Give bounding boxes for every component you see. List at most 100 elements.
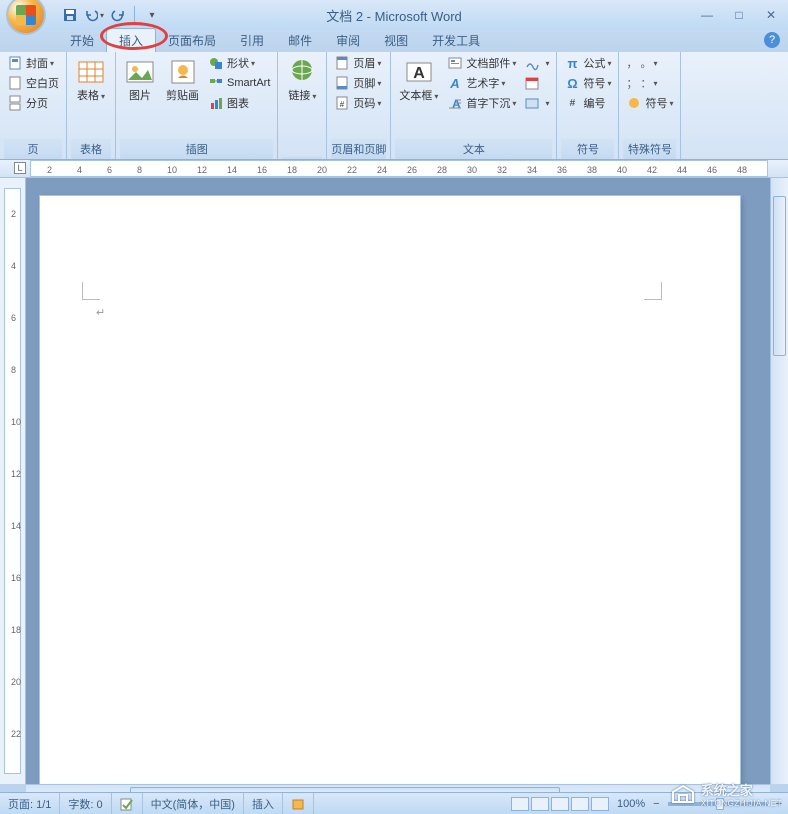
horizontal-ruler[interactable]: L 24681012141618202224262830323436384042… bbox=[0, 160, 788, 178]
tab-selector[interactable]: L bbox=[14, 162, 26, 174]
footer-label: 页脚 bbox=[353, 75, 375, 91]
minimize-button[interactable]: — bbox=[696, 7, 718, 23]
view-draft-button[interactable] bbox=[591, 797, 609, 811]
qat-customize-button[interactable]: ▾ bbox=[141, 5, 161, 25]
datetime-button[interactable] bbox=[521, 74, 552, 92]
tab-insert[interactable]: 插入 bbox=[106, 28, 156, 52]
clipart-button[interactable]: 剪贴画 bbox=[162, 54, 203, 105]
svg-text:#: # bbox=[340, 100, 345, 109]
pagenum-button[interactable]: #页码▾ bbox=[331, 94, 384, 112]
textbox-icon: A bbox=[403, 56, 435, 88]
clipart-icon bbox=[167, 56, 199, 88]
document-page[interactable]: ↵ bbox=[40, 196, 740, 784]
zoom-level[interactable]: 100% bbox=[617, 798, 645, 810]
qat-redo-button[interactable] bbox=[108, 5, 128, 25]
equation-label: 公式 bbox=[583, 55, 605, 71]
footer-button[interactable]: 页脚▾ bbox=[331, 74, 384, 92]
special-punct2-button[interactable]: ； ：▾ bbox=[623, 74, 676, 92]
group-text-label: 文本 bbox=[395, 139, 552, 159]
quickparts-label: 文档部件 bbox=[466, 55, 510, 71]
zoom-slider-thumb[interactable] bbox=[716, 798, 724, 810]
paragraph-mark: ↵ bbox=[96, 306, 105, 319]
vertical-scrollbar-thumb[interactable] bbox=[773, 196, 786, 356]
shapes-label: 形状 bbox=[227, 55, 249, 71]
picture-button[interactable]: 图片 bbox=[120, 54, 160, 105]
quickparts-button[interactable]: 文档部件▾ bbox=[444, 54, 519, 72]
object-button[interactable]: ▾ bbox=[521, 94, 552, 112]
dropcap-button[interactable]: A首字下沉▾ bbox=[444, 94, 519, 112]
tab-mailings[interactable]: 邮件 bbox=[276, 29, 324, 52]
tab-view[interactable]: 视图 bbox=[372, 29, 420, 52]
page-break-button[interactable]: 分页 bbox=[4, 94, 62, 112]
qat-undo-button[interactable]: ▾ bbox=[84, 5, 104, 25]
symbol-button[interactable]: Ω符号▾ bbox=[561, 74, 614, 92]
number-button[interactable]: #编号 bbox=[561, 94, 614, 112]
vertical-ruler[interactable]: 246810121416182022 bbox=[0, 178, 26, 784]
smartart-icon bbox=[208, 75, 224, 91]
tab-references[interactable]: 引用 bbox=[228, 29, 276, 52]
cover-page-button[interactable]: 封面▾ bbox=[4, 54, 62, 72]
view-weblayout-button[interactable] bbox=[551, 797, 569, 811]
zoom-in-button[interactable]: + bbox=[776, 798, 782, 810]
smartart-button[interactable]: SmartArt bbox=[205, 74, 273, 92]
svg-text:A: A bbox=[450, 76, 460, 91]
group-special-label: 特殊符号 bbox=[623, 139, 676, 159]
special-symbols-button[interactable]: 符号▾ bbox=[623, 94, 676, 112]
maximize-button[interactable]: □ bbox=[728, 7, 750, 23]
table-icon bbox=[75, 56, 107, 88]
chart-icon bbox=[208, 95, 224, 111]
header-button[interactable]: 页眉▾ bbox=[331, 54, 384, 72]
group-links-label bbox=[282, 155, 322, 159]
status-page[interactable]: 页面: 1/1 bbox=[0, 793, 60, 814]
shapes-button[interactable]: 形状▾ bbox=[205, 54, 273, 72]
table-button[interactable]: 表格▾ bbox=[71, 54, 111, 105]
document-area[interactable]: ↵ bbox=[26, 178, 770, 784]
smartart-label: SmartArt bbox=[227, 77, 270, 89]
status-words[interactable]: 字数: 0 bbox=[60, 793, 111, 814]
view-fullscreen-button[interactable] bbox=[531, 797, 549, 811]
status-proofing[interactable] bbox=[112, 793, 143, 814]
blank-page-button[interactable]: 空白页 bbox=[4, 74, 62, 92]
symbol-label: 符号 bbox=[583, 75, 605, 91]
group-illustrations-label: 插图 bbox=[120, 139, 273, 159]
vertical-scrollbar[interactable] bbox=[770, 178, 788, 784]
chart-label: 图表 bbox=[227, 95, 249, 111]
group-headerfooter-label: 页眉和页脚 bbox=[331, 139, 386, 159]
wordart-icon: A bbox=[447, 75, 463, 91]
tab-developer[interactable]: 开发工具 bbox=[420, 29, 492, 52]
special-punct1-button[interactable]: ， 。▾ bbox=[623, 54, 676, 72]
qat-separator bbox=[134, 6, 135, 24]
link-icon bbox=[286, 56, 318, 88]
number-icon: # bbox=[564, 95, 580, 111]
links-button[interactable]: 链接▾ bbox=[282, 54, 322, 105]
equation-button[interactable]: π公式▾ bbox=[561, 54, 614, 72]
shapes-icon bbox=[208, 55, 224, 71]
tab-home[interactable]: 开始 bbox=[58, 29, 106, 52]
window-title: 文档 2 - Microsoft Word bbox=[326, 6, 462, 25]
status-macro[interactable] bbox=[283, 793, 314, 814]
qat-save-button[interactable] bbox=[60, 5, 80, 25]
help-button[interactable]: ? bbox=[764, 32, 780, 48]
picture-label: 图片 bbox=[129, 90, 151, 103]
zoom-slider[interactable] bbox=[668, 802, 768, 806]
signature-button[interactable]: ▾ bbox=[521, 54, 552, 72]
textbox-button[interactable]: A 文本框▾ bbox=[395, 54, 442, 105]
tab-review[interactable]: 审阅 bbox=[324, 29, 372, 52]
clipart-label: 剪贴画 bbox=[166, 90, 199, 103]
status-insertmode[interactable]: 插入 bbox=[244, 793, 283, 814]
cover-page-label: 封面 bbox=[26, 55, 48, 71]
group-pages-label: 页 bbox=[4, 139, 62, 159]
wordart-button[interactable]: A艺术字▾ bbox=[444, 74, 519, 92]
chart-button[interactable]: 图表 bbox=[205, 94, 273, 112]
picture-icon bbox=[124, 56, 156, 88]
group-symbols-label: 符号 bbox=[561, 139, 614, 159]
close-button[interactable]: ✕ bbox=[760, 7, 782, 23]
tab-pagelayout[interactable]: 页面布局 bbox=[156, 29, 228, 52]
status-language[interactable]: 中文(简体，中国) bbox=[143, 793, 244, 814]
zoom-out-button[interactable]: − bbox=[653, 798, 659, 810]
view-outline-button[interactable] bbox=[571, 797, 589, 811]
blank-page-label: 空白页 bbox=[26, 75, 59, 91]
textbox-label: 文本框 bbox=[399, 90, 432, 102]
margin-mark-tr bbox=[644, 282, 662, 300]
view-printlayout-button[interactable] bbox=[511, 797, 529, 811]
